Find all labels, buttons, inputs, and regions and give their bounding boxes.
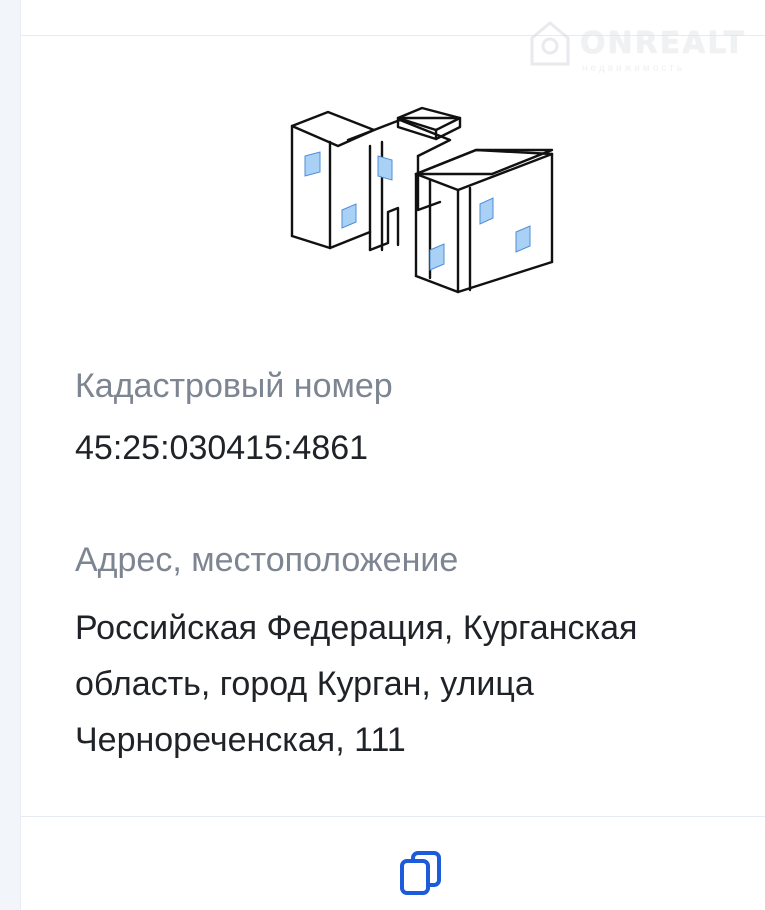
address-line-2: область, город Курган, улица (75, 665, 534, 703)
copy-button[interactable] (398, 850, 444, 896)
address-line-3: Чернореченская, 111 (75, 721, 406, 759)
address-label: Адрес, местоположение (75, 541, 459, 579)
cadastral-number-label: Кадастровый номер (75, 367, 393, 405)
left-rail (0, 0, 21, 910)
copy-icon (400, 851, 441, 895)
building-illustration-icon (290, 106, 554, 294)
address-line-1: Российская Федерация, Курганская (75, 609, 638, 647)
watermark-logo-icon (530, 21, 570, 66)
watermark-subtitle: недвижимость (582, 63, 686, 74)
watermark: ONREALT недвижимость (528, 18, 758, 74)
watermark-brand: ONREALT (580, 26, 747, 61)
app-frame: ONREALT недвижимость Кадастровый номер 4… (0, 0, 765, 910)
divider (21, 816, 765, 817)
cadastral-number-value: 45:25:030415:4861 (75, 429, 369, 467)
address-value: Российская Федерация, Курганская область… (75, 600, 695, 768)
